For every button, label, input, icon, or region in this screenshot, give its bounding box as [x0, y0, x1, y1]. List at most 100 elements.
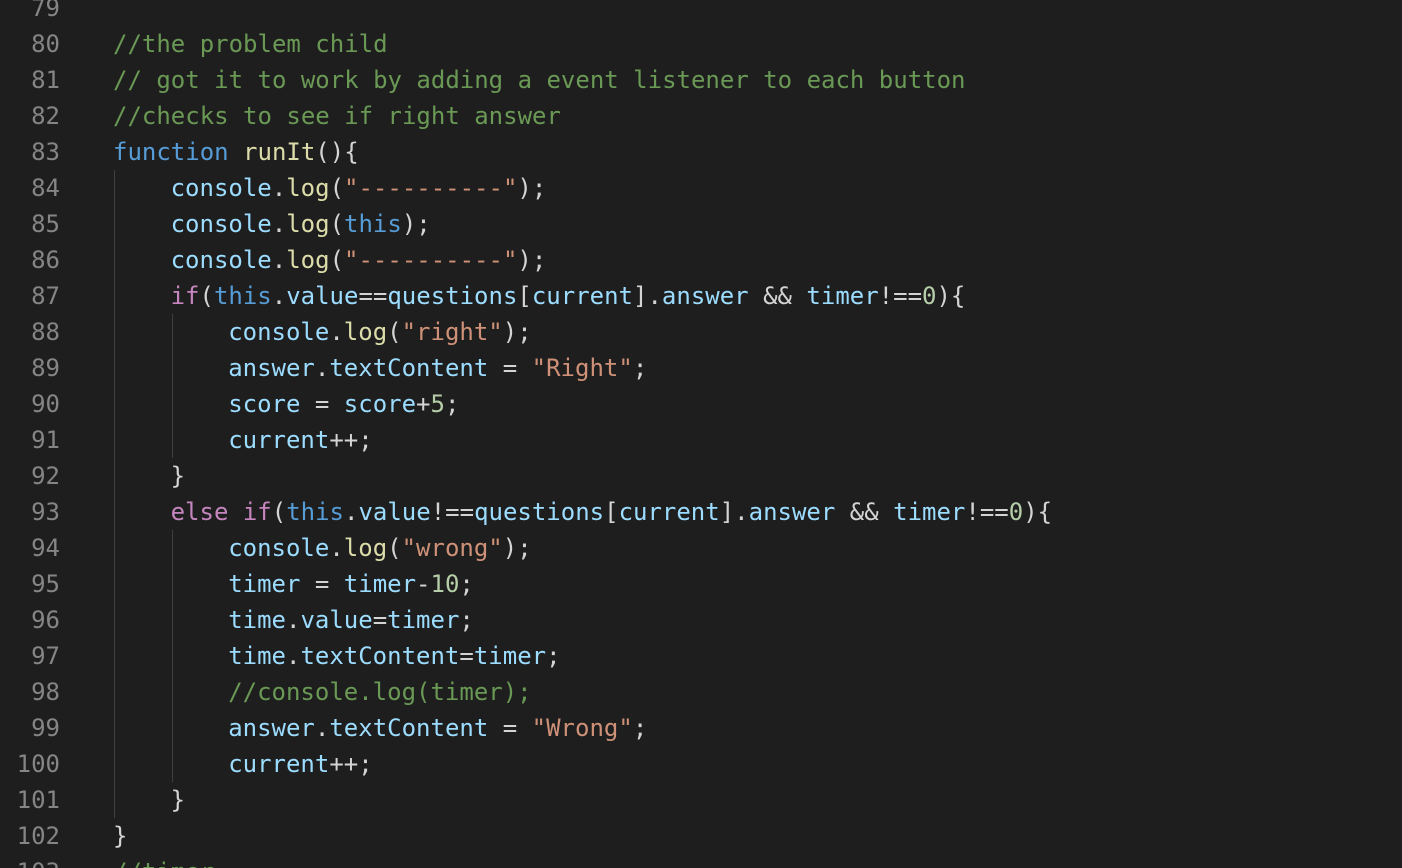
code-token: . [329, 534, 344, 562]
line-number: 95 [31, 570, 60, 598]
code-line[interactable]: 85 console.log(this); [0, 206, 1402, 242]
code-content: //the problem child [113, 26, 388, 62]
code-line[interactable]: 95 timer = timer-10; [0, 566, 1402, 602]
code-token: + [416, 390, 431, 418]
indent-guide [114, 674, 115, 710]
line-number: 82 [31, 102, 60, 130]
code-line[interactable]: 83 function runIt(){ [0, 134, 1402, 170]
code-editor[interactable]: 79 80 //the problem child 81 // got it to wo… [0, 0, 1402, 868]
code-line[interactable]: 103 //timer [0, 854, 1402, 868]
code-content: console.log("----------"); [171, 170, 547, 206]
code-token: . [271, 210, 287, 238]
indent-guide [114, 782, 115, 818]
code-line[interactable]: 81 // got it to work by adding a event li… [0, 62, 1402, 98]
code-content: function runIt(){ [113, 134, 359, 170]
code-token: ){ [1023, 498, 1053, 526]
code-line[interactable]: 92} [0, 458, 1402, 494]
line-number: 86 [31, 246, 60, 274]
indent-guide [171, 386, 173, 422]
code-token: 5 [430, 390, 445, 418]
indent-guide [114, 710, 115, 746]
code-token: . [314, 354, 330, 382]
code-token: . [285, 642, 301, 670]
code-token: . [314, 714, 330, 742]
code-token: "Right" [531, 354, 633, 382]
code-token: time [228, 606, 286, 634]
code-line[interactable]: 91 current++; [0, 422, 1402, 458]
code-line[interactable]: 86 console.log("----------"); [0, 242, 1402, 278]
indent-guide [171, 566, 173, 602]
code-line[interactable]: 89 answer.textContent = "Right"; [0, 350, 1402, 386]
code-token: time [228, 642, 286, 670]
code-token: = [372, 606, 388, 634]
code-token: current [228, 426, 330, 454]
code-line[interactable]: 101} [0, 782, 1402, 818]
code-token: value [286, 282, 359, 310]
line-number: 99 [31, 714, 60, 742]
code-token: ( [329, 246, 345, 274]
code-token: ++; [329, 426, 373, 454]
code-content: time.value=timer; [228, 602, 474, 638]
code-token: ); [502, 318, 532, 346]
code-line[interactable]: 97 time.textContent=timer; [0, 638, 1402, 674]
code-content: answer.textContent = "Right"; [228, 350, 647, 386]
indent-guide [114, 314, 115, 350]
code-line[interactable]: 84 console.log("----------"); [0, 170, 1402, 206]
code-token: score [343, 390, 417, 418]
line-number: 79 [31, 0, 60, 22]
code-line[interactable]: 88 console.log("right"); [0, 314, 1402, 350]
code-line[interactable]: 99 answer.textContent = "Wrong"; [0, 710, 1402, 746]
code-token: ); [401, 210, 431, 238]
code-token: answer [748, 498, 836, 526]
code-token: 0 [922, 282, 937, 310]
code-token: !== [430, 498, 475, 526]
code-content: //checks to see if right answer [113, 98, 561, 134]
code-token: ; [632, 714, 648, 742]
code-line[interactable]: 102} [0, 818, 1402, 854]
indent-guide [114, 242, 115, 278]
code-line[interactable]: 98 //console.log(timer); [0, 674, 1402, 710]
code-token: log [343, 318, 388, 346]
code-token: questions [474, 498, 605, 526]
code-content: time.textContent=timer; [228, 638, 560, 674]
indent-guide [171, 746, 173, 782]
line-number: 81 [31, 66, 60, 94]
code-line[interactable]: 100 current++; [0, 746, 1402, 782]
code-token: "----------" [344, 174, 518, 202]
code-token: ); [502, 534, 532, 562]
code-token: . [285, 606, 301, 634]
code-token: . [271, 282, 287, 310]
indent-guide [171, 602, 173, 638]
code-line[interactable]: 93 else if(this.value!==questions[current… [0, 494, 1402, 530]
code-token: "right" [401, 318, 503, 346]
code-token: == [358, 282, 388, 310]
code-line[interactable]: 79 [0, 0, 1402, 26]
code-token: timer [893, 498, 966, 526]
code-token: this [344, 210, 402, 238]
code-token: //timer [113, 858, 214, 868]
code-line[interactable]: 87 if(this.value==questions[current].answ… [0, 278, 1402, 314]
code-token: log [343, 534, 388, 562]
code-content: current++; [228, 746, 373, 782]
code-content: timer = timer-10; [228, 566, 474, 602]
code-token: this [286, 498, 344, 526]
line-number: 89 [31, 354, 60, 382]
indent-guide [114, 170, 115, 206]
line-number: 100 [16, 750, 60, 778]
code-line[interactable]: 80 //the problem child [0, 26, 1402, 62]
code-line[interactable]: 82 //checks to see if right answer [0, 98, 1402, 134]
code-token: function [113, 138, 229, 166]
indent-guide [171, 638, 173, 674]
code-token: else [170, 498, 229, 526]
line-number: 98 [31, 678, 60, 706]
code-token: this [213, 282, 272, 310]
code-line[interactable]: 96 time.value=timer; [0, 602, 1402, 638]
code-token: // got it to work by adding a event list… [113, 66, 966, 94]
code-line[interactable]: 90 score = score+5; [0, 386, 1402, 422]
code-line[interactable]: 94 console.log("wrong"); [0, 530, 1402, 566]
code-token: ){ [936, 282, 966, 310]
code-token: 10 [430, 570, 460, 598]
line-number: 84 [31, 174, 60, 202]
indent-guide [114, 386, 115, 422]
code-token: //checks to see if right answer [113, 102, 561, 130]
